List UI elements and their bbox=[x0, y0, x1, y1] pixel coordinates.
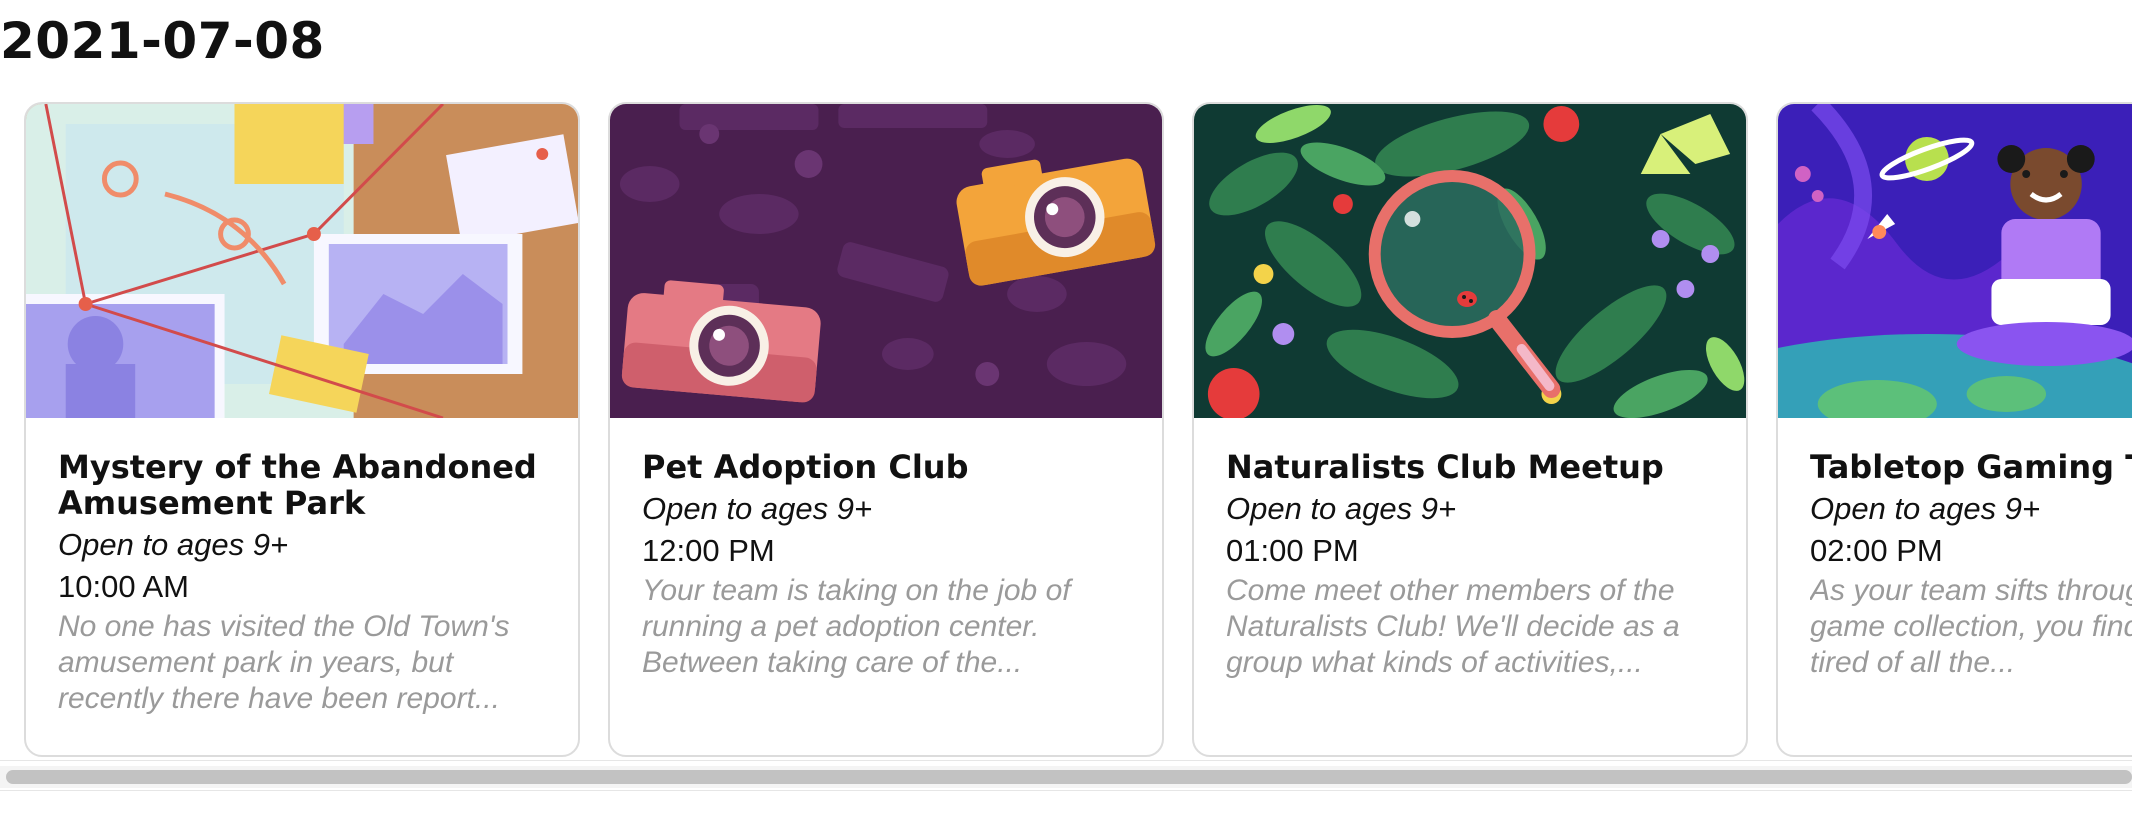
magnifying-glass-nature-illustration bbox=[1194, 104, 1746, 418]
bottom-divider bbox=[0, 790, 2132, 791]
card-description: Your team is taking on the job of runnin… bbox=[642, 574, 1071, 679]
card-age-range: Open to ages 9+ bbox=[642, 491, 873, 526]
scrollbar-thumb[interactable] bbox=[6, 770, 2132, 784]
card-time: 10:00 AM bbox=[58, 569, 189, 604]
space-girl-gaming-illustration bbox=[1778, 104, 2132, 418]
card-title[interactable]: Naturalists Club Meetup bbox=[1226, 449, 1718, 485]
card-description: No one has visited the Old Town's amusem… bbox=[58, 610, 510, 715]
event-card[interactable]: Mystery of the Abandoned Amusement Park … bbox=[24, 102, 580, 757]
event-card[interactable]: Tabletop Gaming Tycoon Open to ages 9+ 0… bbox=[1776, 102, 2132, 757]
event-card[interactable]: Naturalists Club Meetup Open to ages 9+ … bbox=[1192, 102, 1748, 757]
card-title[interactable]: Mystery of the Abandoned Amusement Park bbox=[58, 449, 550, 521]
card-age-range: Open to ages 9+ bbox=[1226, 491, 1457, 526]
card-age-range: Open to ages 9+ bbox=[58, 527, 289, 562]
cameras-illustration bbox=[610, 104, 1162, 418]
date-heading: 2021-07-08 bbox=[0, 12, 325, 70]
card-time: 02:00 PM bbox=[1810, 533, 1943, 568]
horizontal-scrollbar[interactable] bbox=[0, 766, 2132, 788]
card-age-range: Open to ages 9+ bbox=[1810, 491, 2041, 526]
mystery-evidence-board-illustration bbox=[26, 104, 578, 418]
card-time: 12:00 PM bbox=[642, 533, 775, 568]
card-description: Come meet other members of the Naturalis… bbox=[1226, 574, 1680, 679]
card-description: As your team sifts through the board gam… bbox=[1810, 574, 2132, 679]
card-title[interactable]: Pet Adoption Club bbox=[642, 449, 1134, 485]
card-time: 01:00 PM bbox=[1226, 533, 1359, 568]
event-card-strip[interactable]: Mystery of the Abandoned Amusement Park … bbox=[0, 102, 2132, 762]
strip-divider bbox=[0, 760, 2132, 761]
card-title[interactable]: Tabletop Gaming Tycoon bbox=[1810, 449, 2132, 485]
event-card[interactable]: Pet Adoption Club Open to ages 9+ 12:00 … bbox=[608, 102, 1164, 757]
